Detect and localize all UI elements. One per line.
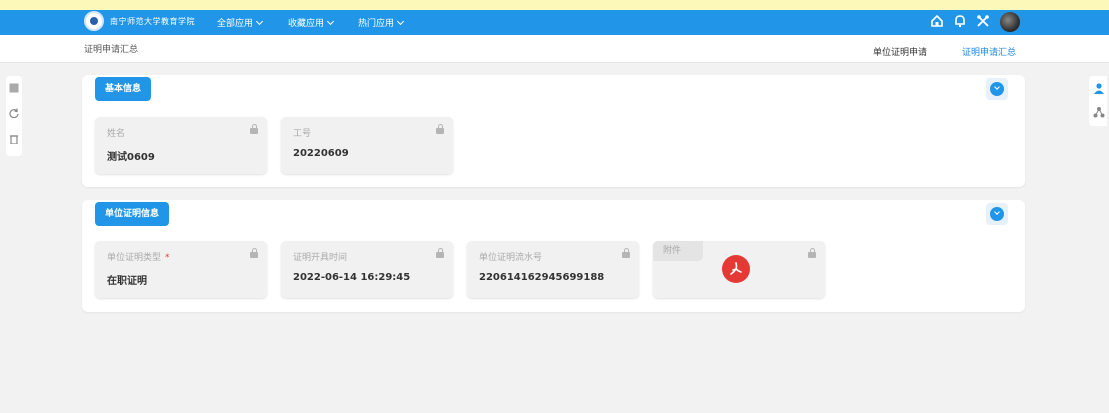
field-employee-id: 工号 20220609 (281, 117, 453, 174)
field-serial-number-label: 单位证明流水号 (479, 253, 543, 263)
tab-unit-cert-apply[interactable]: 单位证明申请 (873, 45, 927, 58)
basic-info-title: 基本信息 (95, 77, 152, 101)
logo-icon (84, 11, 104, 31)
bell-icon[interactable] (952, 14, 968, 30)
field-serial-number-value: 220614162945699188 (479, 272, 605, 283)
avatar[interactable] (1000, 12, 1020, 32)
trash-icon[interactable] (7, 134, 21, 148)
field-name: 姓名 测试0609 (95, 117, 267, 174)
field-employee-id-label: 工号 (293, 129, 312, 139)
home-icon[interactable] (929, 14, 945, 30)
sub-header (0, 35, 1109, 63)
field-name-label: 姓名 (107, 129, 126, 139)
field-issue-time-label: 证明开具时间 (293, 253, 348, 263)
nav-all-apps[interactable]: 全部应用 (217, 16, 264, 29)
nav-favorite-apps[interactable]: 收藏应用 (288, 16, 335, 29)
nav-hot-apps[interactable]: 热门应用 (358, 16, 405, 29)
field-employee-id-value: 20220609 (293, 148, 349, 159)
lock-icon (436, 248, 444, 258)
tools-icon[interactable] (975, 14, 991, 30)
tab-cert-summary[interactable]: 证明申请汇总 (962, 45, 1016, 58)
field-cert-type-label: 单位证明类型 (107, 253, 162, 263)
nav-favorite-apps-label: 收藏应用 (288, 19, 325, 29)
nav-all-apps-label: 全部应用 (217, 19, 254, 29)
list-icon[interactable] (7, 83, 21, 97)
chevron-down-icon (326, 17, 335, 26)
field-cert-type-label-wrap: 单位证明类型 * (107, 250, 170, 263)
chevron-down-icon (994, 84, 1000, 90)
cert-info-collapse[interactable] (986, 203, 1008, 225)
basic-info-collapse[interactable] (986, 78, 1008, 100)
chevron-down-icon (994, 209, 1000, 215)
field-serial-number: 单位证明流水号 220614162945699188 (467, 241, 639, 298)
field-attachment-label: 附件 (653, 241, 703, 261)
org-chart-icon[interactable] (1092, 106, 1106, 120)
refresh-icon[interactable] (7, 108, 21, 122)
lock-icon (808, 248, 816, 258)
lock-icon (622, 248, 630, 258)
cert-info-title: 单位证明信息 (95, 202, 170, 226)
field-cert-type-value: 在职证明 (107, 276, 147, 287)
user-icon[interactable] (1092, 82, 1106, 96)
field-cert-type: 单位证明类型 * 在职证明 (95, 241, 267, 298)
breadcrumb: 证明申请汇总 (84, 45, 139, 55)
logo-text: 南宁师范大学教育学院 (110, 17, 195, 26)
field-issue-time-value: 2022-06-14 16:29:45 (293, 272, 411, 283)
field-name-value: 测试0609 (107, 152, 155, 163)
field-issue-time: 证明开具时间 2022-06-14 16:29:45 (281, 241, 453, 298)
lock-icon (436, 124, 444, 134)
required-mark: * (165, 253, 170, 263)
chevron-down-icon (255, 17, 264, 26)
field-attachment: 附件 (653, 241, 825, 298)
chevron-down-icon (396, 17, 405, 26)
top-strip (0, 0, 1109, 10)
pdf-icon[interactable] (722, 255, 750, 283)
nav-hot-apps-label: 热门应用 (358, 19, 395, 29)
lock-icon (250, 124, 258, 134)
lock-icon (250, 248, 258, 258)
